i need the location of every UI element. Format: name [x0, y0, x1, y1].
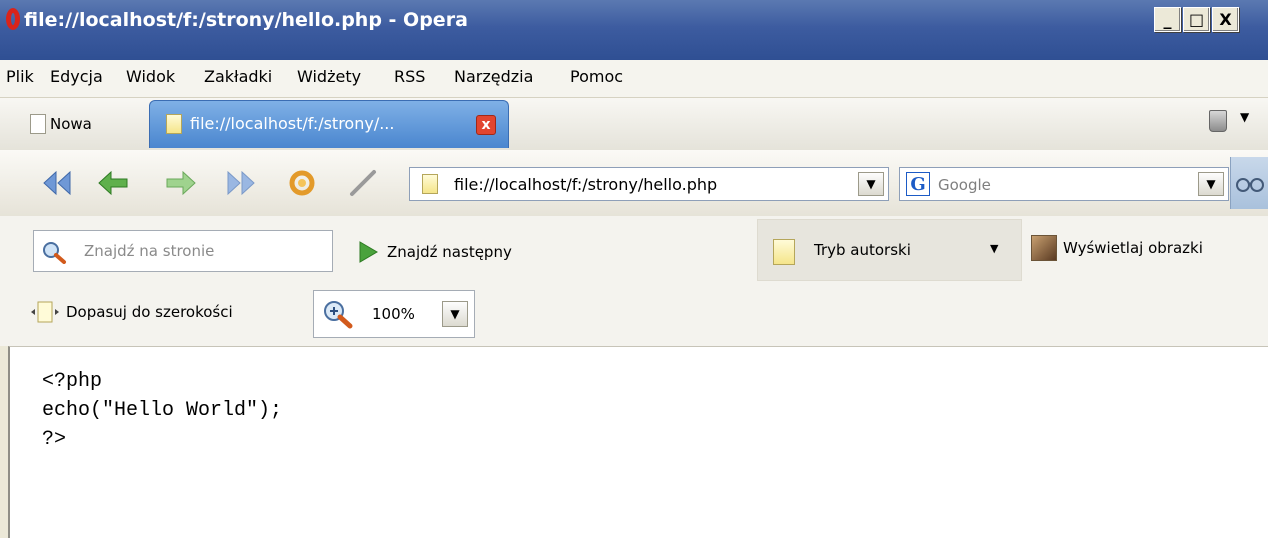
- minimize-button[interactable]: _: [1154, 7, 1181, 32]
- maximize-button[interactable]: □: [1183, 7, 1210, 32]
- search-icon: [41, 240, 67, 268]
- zoom-in-icon: [322, 299, 354, 333]
- fast-forward-icon[interactable]: [224, 166, 258, 200]
- address-value[interactable]: file://localhost/f:/strony/hello.php: [454, 175, 717, 194]
- close-tab-button[interactable]: x: [476, 115, 496, 135]
- back-icon[interactable]: [96, 166, 130, 200]
- address-bar[interactable]: file://localhost/f:/strony/hello.php ▼: [409, 167, 889, 201]
- author-mode-dropdown-icon[interactable]: ▼: [990, 242, 998, 255]
- show-images-label: Wyświetlaj obrazki: [1063, 239, 1203, 257]
- code-line: ?>: [42, 428, 67, 451]
- fit-width-button[interactable]: Dopasuj do szerokości: [30, 300, 233, 324]
- find-next-button[interactable]: Znajdź następny: [357, 240, 512, 264]
- picture-icon: [1031, 235, 1057, 261]
- window-title: file://localhost/f:/strony/hello.php - O…: [24, 9, 468, 31]
- zoom-value[interactable]: 100%: [372, 305, 415, 323]
- menu-item-pomoc[interactable]: Pomoc: [570, 67, 623, 86]
- play-icon: [359, 241, 378, 263]
- title-bar[interactable]: file://localhost/f:/strony/hello.php - O…: [0, 0, 1268, 60]
- menu-item-widzety[interactable]: Widżety: [297, 67, 361, 86]
- reload-icon[interactable]: [285, 166, 319, 200]
- code-block: <?php echo("Hello World"); ?>: [42, 367, 282, 454]
- page-icon: [166, 114, 182, 134]
- forward-icon[interactable]: [164, 166, 198, 200]
- show-images-button[interactable]: Wyświetlaj obrazki: [1031, 235, 1203, 261]
- new-tab-button[interactable]: Nowa: [30, 109, 92, 139]
- address-dropdown-button[interactable]: ▼: [858, 172, 884, 196]
- menu-item-plik[interactable]: Plik: [6, 67, 34, 86]
- tab-active[interactable]: file://localhost/f:/strony/... x: [149, 100, 509, 148]
- find-next-label: Znajdź następny: [387, 243, 512, 261]
- glasses-icon[interactable]: [1230, 157, 1268, 209]
- menu-item-widok[interactable]: Widok: [126, 67, 175, 86]
- zoom-dropdown-button[interactable]: ▼: [442, 301, 468, 327]
- author-mode-label: Tryb autorski: [814, 241, 911, 259]
- browser-window: file://localhost/f:/strony/hello.php - O…: [0, 0, 1268, 538]
- author-mode-button[interactable]: Tryb autorski ▼: [757, 219, 1022, 281]
- menu-item-edycja[interactable]: Edycja: [50, 67, 103, 86]
- find-input[interactable]: Znajdź na stronie: [33, 230, 333, 272]
- find-placeholder[interactable]: Znajdź na stronie: [84, 242, 214, 260]
- wand-icon[interactable]: [346, 166, 380, 200]
- menu-item-zakladki[interactable]: Zakładki: [204, 67, 272, 86]
- code-line: echo("Hello World");: [42, 399, 283, 422]
- new-page-icon: [30, 114, 46, 134]
- search-placeholder[interactable]: Google: [938, 176, 991, 194]
- trash-icon[interactable]: [1209, 110, 1227, 132]
- document-icon: [773, 239, 795, 265]
- search-dropdown-button[interactable]: ▼: [1198, 172, 1224, 196]
- new-tab-label: Nowa: [50, 115, 92, 133]
- opera-logo-icon: [6, 8, 20, 30]
- search-bar[interactable]: G Google ▼: [899, 167, 1229, 201]
- zoom-control[interactable]: 100% ▼: [313, 290, 475, 338]
- fit-width-icon: [31, 301, 59, 323]
- fit-width-label: Dopasuj do szerokości: [66, 303, 233, 321]
- google-icon[interactable]: G: [906, 172, 930, 196]
- rewind-icon[interactable]: [40, 166, 74, 200]
- close-window-button[interactable]: X: [1212, 7, 1239, 32]
- page-content: <?php echo("Hello World"); ?>: [8, 346, 1268, 538]
- code-line: <?php: [42, 370, 103, 393]
- page-icon: [422, 174, 438, 194]
- menu-item-narzedzia[interactable]: Narzędzia: [454, 67, 533, 86]
- menu-bar: Plik Edycja Widok Zakładki Widżety RSS N…: [0, 60, 1268, 98]
- menu-item-rss[interactable]: RSS: [394, 67, 425, 86]
- tab-label: file://localhost/f:/strony/...: [190, 114, 395, 133]
- trash-dropdown-icon[interactable]: ▼: [1240, 110, 1249, 124]
